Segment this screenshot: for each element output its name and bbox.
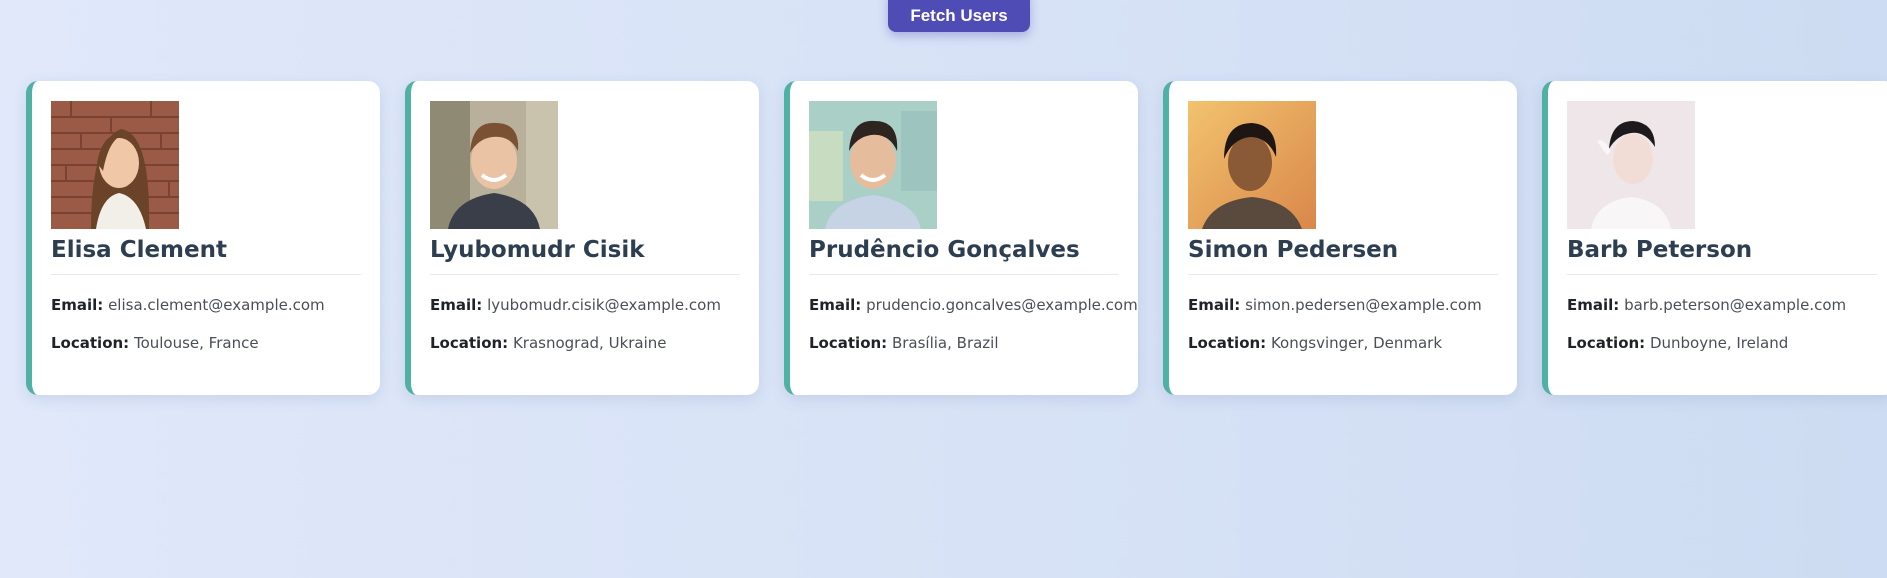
user-avatar	[430, 101, 558, 229]
user-email: prudencio.goncalves@example.com	[866, 296, 1138, 314]
email-label: Email:	[809, 296, 862, 314]
location-label: Location:	[1567, 334, 1646, 352]
email-label: Email:	[51, 296, 104, 314]
fetch-users-button[interactable]: Fetch Users	[888, 0, 1030, 32]
user-email-row: Email: simon.pedersen@example.com	[1188, 296, 1498, 314]
user-card-list: Elisa Clement Email: elisa.clement@examp…	[26, 81, 1887, 395]
user-avatar	[1567, 101, 1695, 229]
user-name: Lyubomudr Cisik	[430, 237, 740, 275]
user-name: Simon Pedersen	[1188, 237, 1498, 275]
location-label: Location:	[809, 334, 888, 352]
user-location-row: Location: Dunboyne, Ireland	[1567, 334, 1877, 352]
email-label: Email:	[430, 296, 483, 314]
user-location: Dunboyne, Ireland	[1649, 334, 1789, 352]
user-location: Brasília, Brazil	[891, 334, 999, 352]
user-location: Krasnograd, Ukraine	[512, 334, 667, 352]
user-name: Elisa Clement	[51, 237, 361, 275]
user-name: Prudêncio Gonçalves	[809, 237, 1119, 275]
location-label: Location:	[430, 334, 509, 352]
user-email-row: Email: lyubomudr.cisik@example.com	[430, 296, 740, 314]
user-email: barb.peterson@example.com	[1624, 296, 1847, 314]
user-location: Toulouse, France	[133, 334, 259, 352]
user-location: Kongsvinger, Denmark	[1270, 334, 1443, 352]
email-label: Email:	[1188, 296, 1241, 314]
user-location-row: Location: Krasnograd, Ukraine	[430, 334, 740, 352]
user-card: Elisa Clement Email: elisa.clement@examp…	[26, 81, 380, 395]
user-location-row: Location: Kongsvinger, Denmark	[1188, 334, 1498, 352]
location-label: Location:	[1188, 334, 1267, 352]
email-label: Email:	[1567, 296, 1620, 314]
user-email: simon.pedersen@example.com	[1245, 296, 1482, 314]
user-card: Lyubomudr Cisik Email: lyubomudr.cisik@e…	[405, 81, 759, 395]
user-email-row: Email: barb.peterson@example.com	[1567, 296, 1877, 314]
user-location-row: Location: Brasília, Brazil	[809, 334, 1119, 352]
user-card: Prudêncio Gonçalves Email: prudencio.gon…	[784, 81, 1138, 395]
user-email-row: Email: prudencio.goncalves@example.com	[809, 296, 1138, 314]
location-label: Location:	[51, 334, 130, 352]
user-card: Simon Pedersen Email: simon.pedersen@exa…	[1163, 81, 1517, 395]
user-email: elisa.clement@example.com	[108, 296, 325, 314]
user-email: lyubomudr.cisik@example.com	[487, 296, 721, 314]
user-location-row: Location: Toulouse, France	[51, 334, 361, 352]
user-avatar	[51, 101, 179, 229]
user-email-row: Email: elisa.clement@example.com	[51, 296, 361, 314]
user-name: Barb Peterson	[1567, 237, 1877, 275]
user-avatar	[1188, 101, 1316, 229]
user-avatar	[809, 101, 937, 229]
user-card: Barb Peterson Email: barb.peterson@examp…	[1542, 81, 1887, 395]
